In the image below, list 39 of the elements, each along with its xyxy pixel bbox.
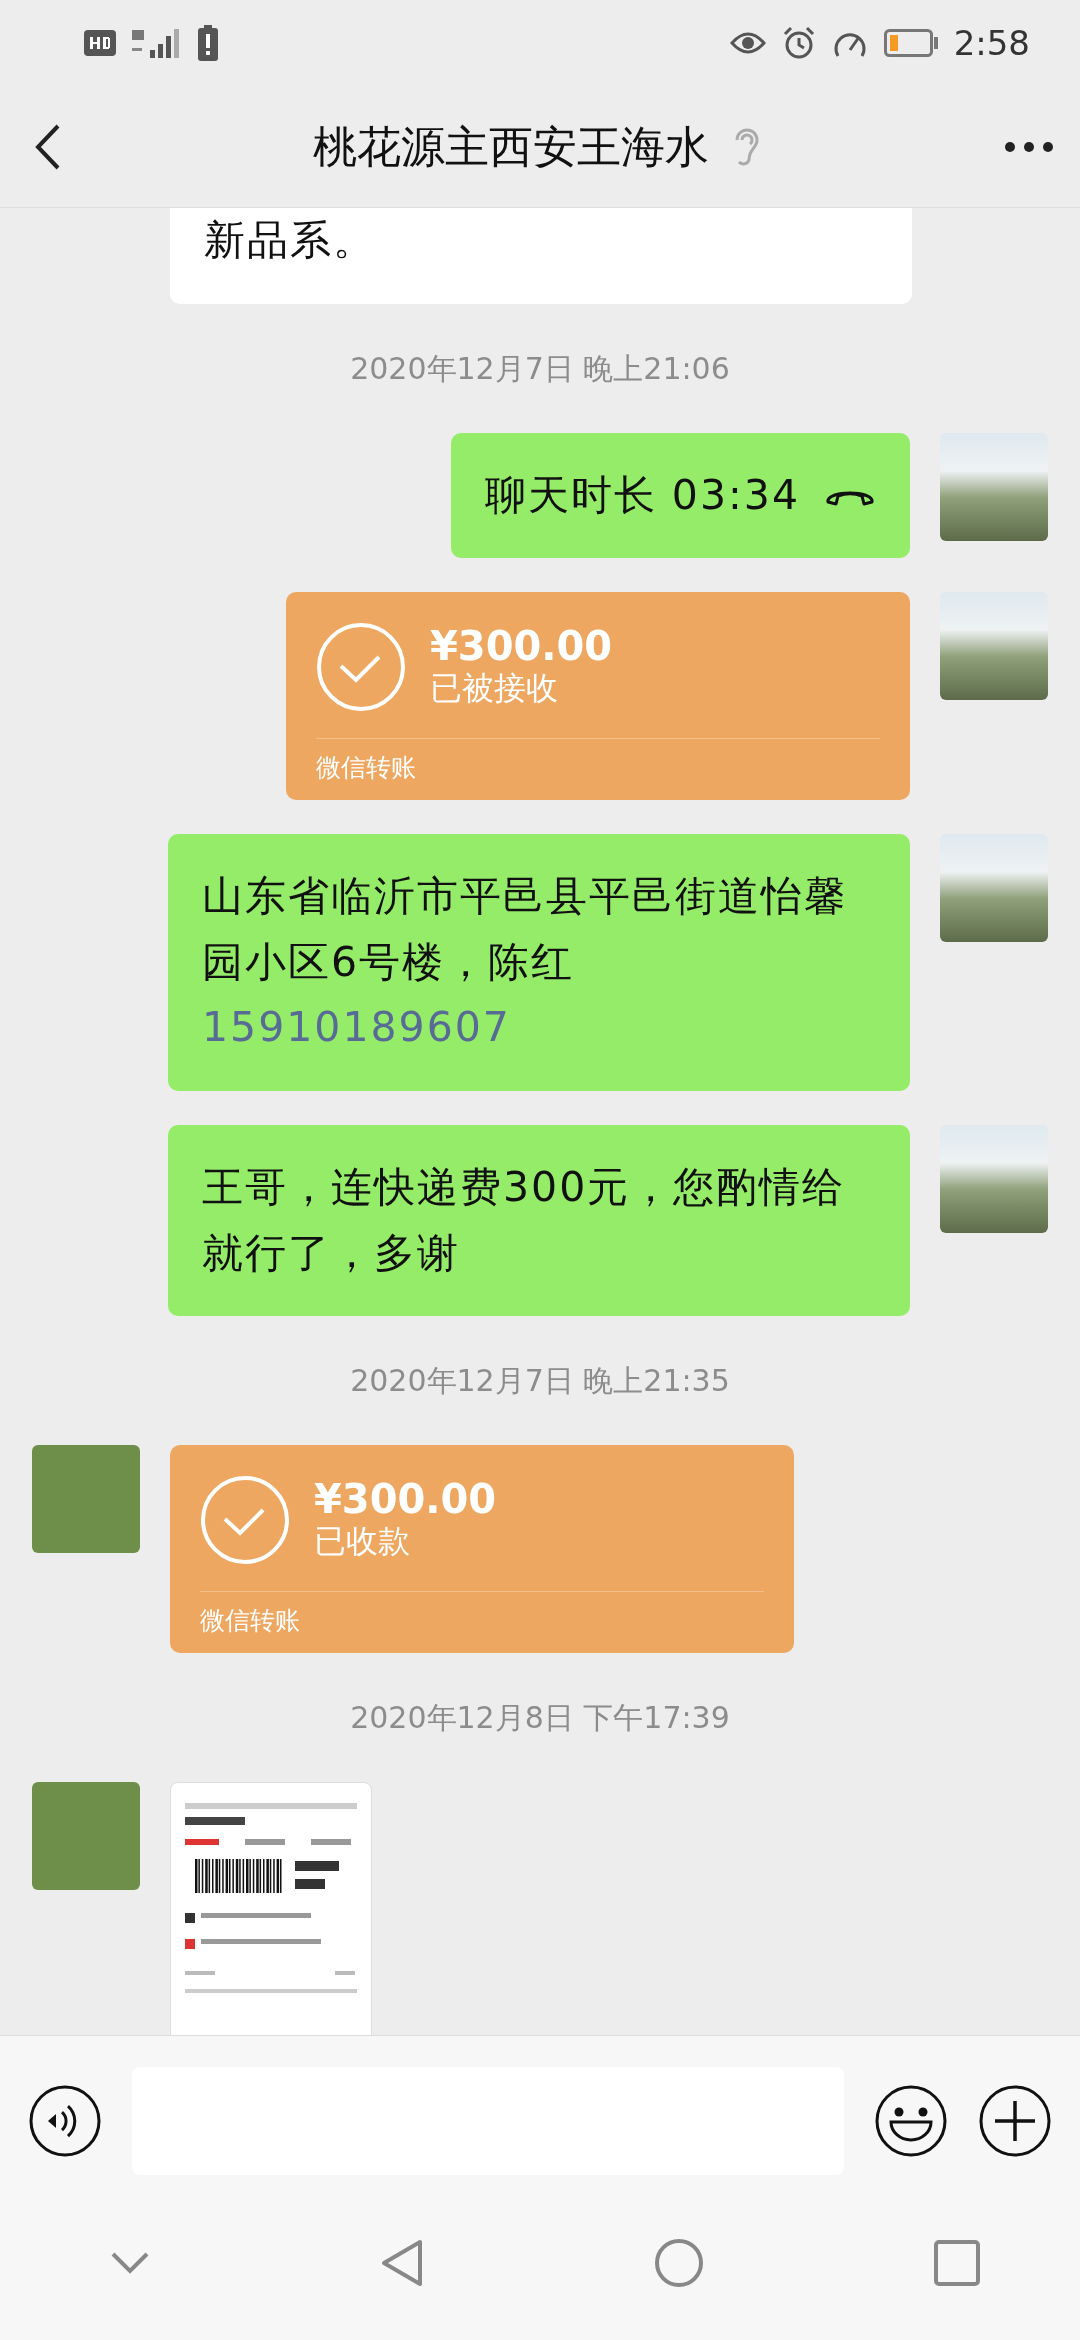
back-triangle-icon[interactable] xyxy=(380,2237,424,2288)
transfer-label: 微信转账 xyxy=(316,737,880,801)
transfer-card[interactable]: ¥300.00 已被接收 微信转账 xyxy=(286,592,910,801)
message-bubble: 王哥，连快递费300元，您酌情给就行了，多谢 xyxy=(168,1124,910,1317)
alarm-clock-icon xyxy=(781,26,816,60)
transfer-status: 已收款 xyxy=(314,1521,411,1563)
signal-icon xyxy=(132,26,182,60)
voice-icon[interactable] xyxy=(28,2083,102,2158)
chevron-down-icon[interactable] xyxy=(110,2250,150,2275)
phone-link[interactable]: 15910189607 xyxy=(202,1003,511,1052)
status-time: 2:58 xyxy=(953,21,1030,65)
transfer-status: 已被接收 xyxy=(430,668,559,710)
check-circle-icon xyxy=(200,1475,290,1566)
call-bubble[interactable]: 聊天时长 03:34 xyxy=(450,432,910,559)
transfer-amount: ¥300.00 xyxy=(314,1477,497,1522)
message-bubble: 山东省临沂市平邑县平邑街道怡馨园小区6号楼，陈红 15910189607 xyxy=(168,834,910,1091)
screenshot-thumbnail[interactable] xyxy=(170,1782,372,2035)
timestamp: 2020年12月7日 晚上21:06 xyxy=(349,349,731,388)
battery-icon xyxy=(883,29,938,57)
check-circle-icon xyxy=(316,622,406,713)
transfer-card[interactable]: ¥300.00 已收款 微信转账 xyxy=(170,1445,794,1654)
landscape-avatar[interactable] xyxy=(940,834,1048,943)
plus-icon[interactable] xyxy=(978,2083,1052,2158)
transfer-amount: ¥300.00 xyxy=(430,624,613,669)
emoji-icon[interactable] xyxy=(874,2083,948,2158)
chat-title: 桃花源主西安王海水 xyxy=(313,119,709,174)
message-bubble: 新品系。 xyxy=(170,208,912,304)
battery-alert-icon xyxy=(198,25,218,61)
landscape-avatar[interactable] xyxy=(940,1124,1048,1233)
home-circle-icon[interactable] xyxy=(654,2237,704,2288)
ear-icon xyxy=(733,125,761,168)
transfer-label: 微信转账 xyxy=(200,1590,764,1654)
hd-icon xyxy=(84,30,116,56)
recents-square-icon[interactable] xyxy=(934,2239,980,2286)
timestamp: 2020年12月8日 下午17:39 xyxy=(349,1699,731,1738)
landscape-avatar[interactable] xyxy=(940,432,1048,541)
more-icon[interactable] xyxy=(1004,140,1054,153)
landscape-avatar[interactable] xyxy=(940,592,1048,701)
timestamp: 2020年12月7日 晚上21:35 xyxy=(349,1362,731,1401)
